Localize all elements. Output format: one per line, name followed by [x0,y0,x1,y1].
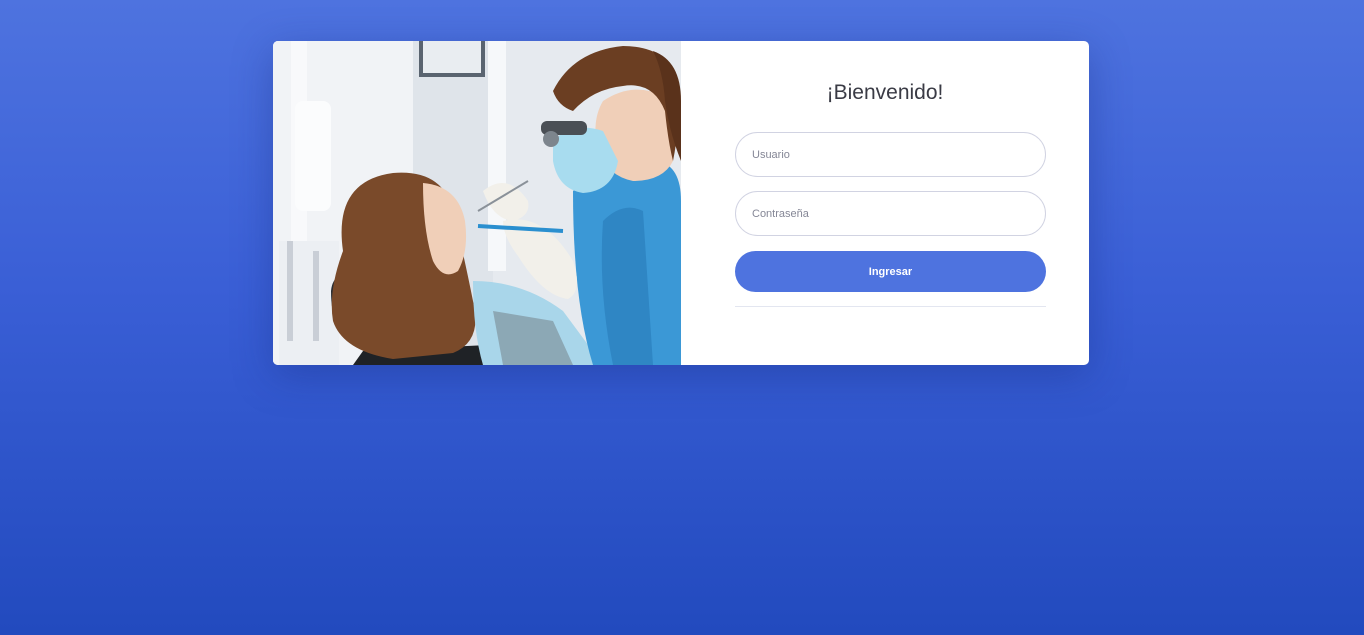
login-card: ¡Bienvenido! Ingresar [273,41,1089,365]
password-input[interactable] [735,191,1046,236]
welcome-heading: ¡Bienvenido! [826,81,944,104]
login-button[interactable]: Ingresar [735,251,1046,292]
username-input[interactable] [735,132,1046,177]
form-divider [735,306,1046,307]
dentist-photo [273,41,681,365]
login-form: ¡Bienvenido! Ingresar [681,41,1089,365]
